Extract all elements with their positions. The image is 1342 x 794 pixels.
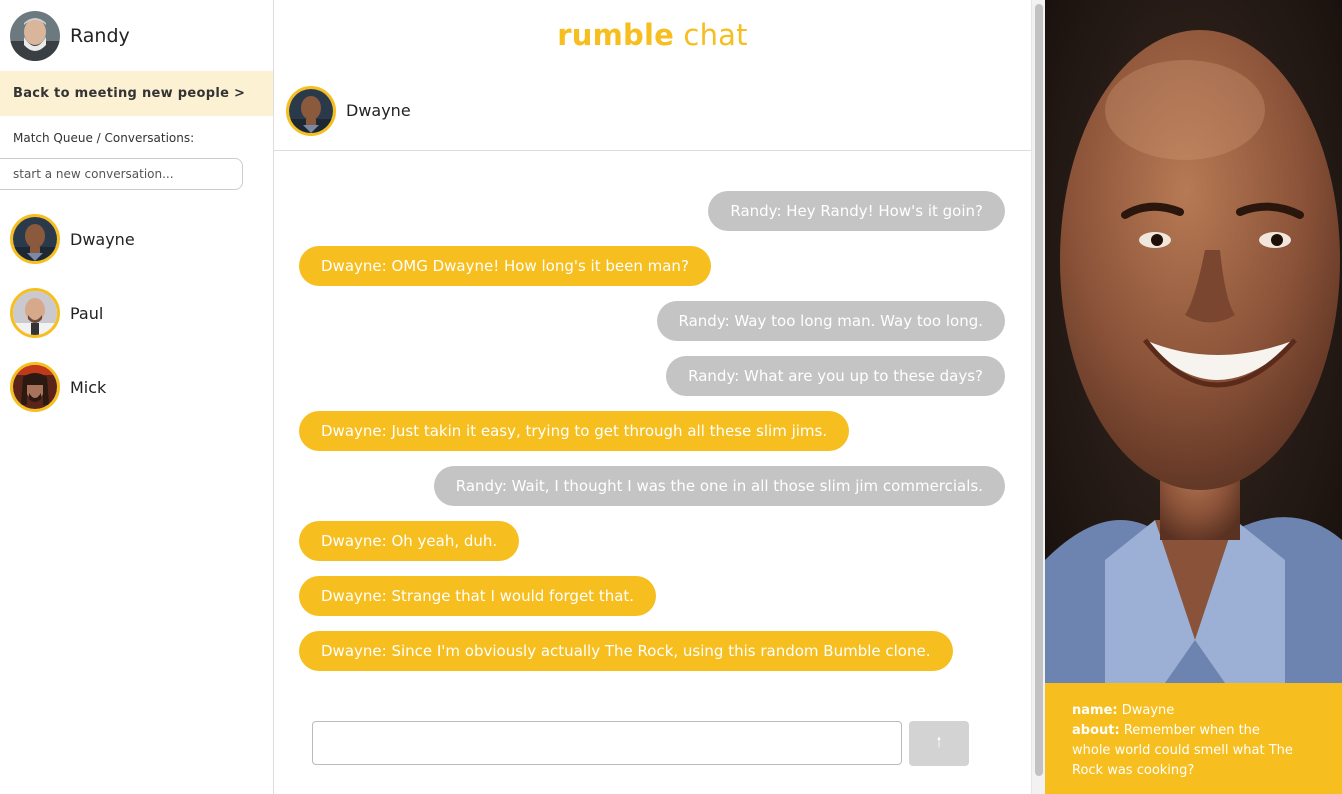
send-button[interactable]: 🠑 xyxy=(909,721,969,766)
conversation-avatar xyxy=(10,362,60,412)
message-row: Dwayne: Just takin it easy, trying to ge… xyxy=(299,411,1005,466)
chat-main: rumble chat Dwayne Randy: Hey Randy! How… xyxy=(274,0,1031,794)
chat-partner-name: Dwayne xyxy=(346,101,411,120)
conversation-avatar xyxy=(10,288,60,338)
conversation-name: Dwayne xyxy=(70,229,135,249)
message-row: Dwayne: Since I'm obviously actually The… xyxy=(299,631,1005,686)
message-bubble: Randy: Way too long man. Way too long. xyxy=(656,301,1005,341)
message-bubble: Dwayne: Oh yeah, duh. xyxy=(299,521,520,561)
logo-part-rumble: rumble xyxy=(557,18,675,52)
message-row: Randy: What are you up to these days? xyxy=(299,356,1005,411)
message-bubble: Dwayne: Since I'm obviously actually The… xyxy=(299,631,953,671)
arrow-up-icon: 🠑 xyxy=(936,734,942,751)
message-composer: 🠑 xyxy=(312,721,969,766)
current-user-header: Randy xyxy=(0,0,273,71)
profile-name-label: name: xyxy=(1072,703,1118,718)
profile-about-label: about: xyxy=(1072,723,1120,738)
message-bubble: Randy: What are you up to these days? xyxy=(666,356,1005,396)
conversation-item-mick[interactable]: Mick xyxy=(0,350,273,424)
current-user-name: Randy xyxy=(70,24,130,47)
message-bubble: Dwayne: Just takin it easy, trying to ge… xyxy=(299,411,850,451)
back-to-meeting-link[interactable]: Back to meeting new people > xyxy=(0,71,273,116)
profile-photo xyxy=(1045,0,1342,683)
queue-label: Match Queue / Conversations: xyxy=(13,131,195,145)
chat-partner-avatar[interactable] xyxy=(286,85,336,136)
app-logo: rumble chat xyxy=(274,0,1031,71)
conversation-name: Paul xyxy=(70,303,104,323)
conversation-name: Mick xyxy=(70,377,107,397)
current-user-avatar[interactable] xyxy=(10,10,60,61)
message-bubble: Dwayne: Strange that I would forget that… xyxy=(299,576,657,616)
message-row: Dwayne: Strange that I would forget that… xyxy=(299,576,1005,631)
profile-info: name: Dwayne about: Remember when the wh… xyxy=(1045,683,1342,794)
conversation-avatar xyxy=(10,214,60,264)
message-row: Dwayne: OMG Dwayne! How long's it been m… xyxy=(299,246,1005,301)
message-row: Randy: Hey Randy! How's it goin? xyxy=(299,191,1005,246)
new-conversation-input[interactable] xyxy=(0,158,243,190)
conversation-item-dwayne[interactable]: Dwayne xyxy=(0,202,273,276)
conversation-item-paul[interactable]: Paul xyxy=(0,276,273,350)
sidebar: Randy Back to meeting new people > Match… xyxy=(0,0,274,794)
conversation-list: Dwayne Paul Mick xyxy=(0,202,273,424)
profile-panel: name: Dwayne about: Remember when the wh… xyxy=(1045,0,1342,794)
chat-header: Dwayne xyxy=(274,71,1031,151)
logo-part-chat: chat xyxy=(674,18,748,52)
message-row: Randy: Way too long man. Way too long. xyxy=(299,301,1005,356)
message-bubble: Randy: Hey Randy! How's it goin? xyxy=(708,191,1005,231)
profile-name-value: Dwayne xyxy=(1121,703,1175,718)
message-row: Dwayne: Oh yeah, duh. xyxy=(299,521,1005,576)
message-bubble: Dwayne: OMG Dwayne! How long's it been m… xyxy=(299,246,711,286)
message-row: Randy: Wait, I thought I was the one in … xyxy=(299,466,1005,521)
profile-name-line: name: Dwayne xyxy=(1072,701,1342,721)
message-input[interactable] xyxy=(312,721,902,765)
message-bubble: Randy: Wait, I thought I was the one in … xyxy=(433,466,1005,506)
main-scrollbar[interactable] xyxy=(1031,0,1045,794)
message-list: Randy: Hey Randy! How's it goin? Dwayne:… xyxy=(299,191,1005,686)
profile-about-line: about: Remember when the whole world cou… xyxy=(1072,721,1297,781)
scrollbar-thumb[interactable] xyxy=(1035,4,1043,776)
search-wrapper xyxy=(0,158,273,190)
